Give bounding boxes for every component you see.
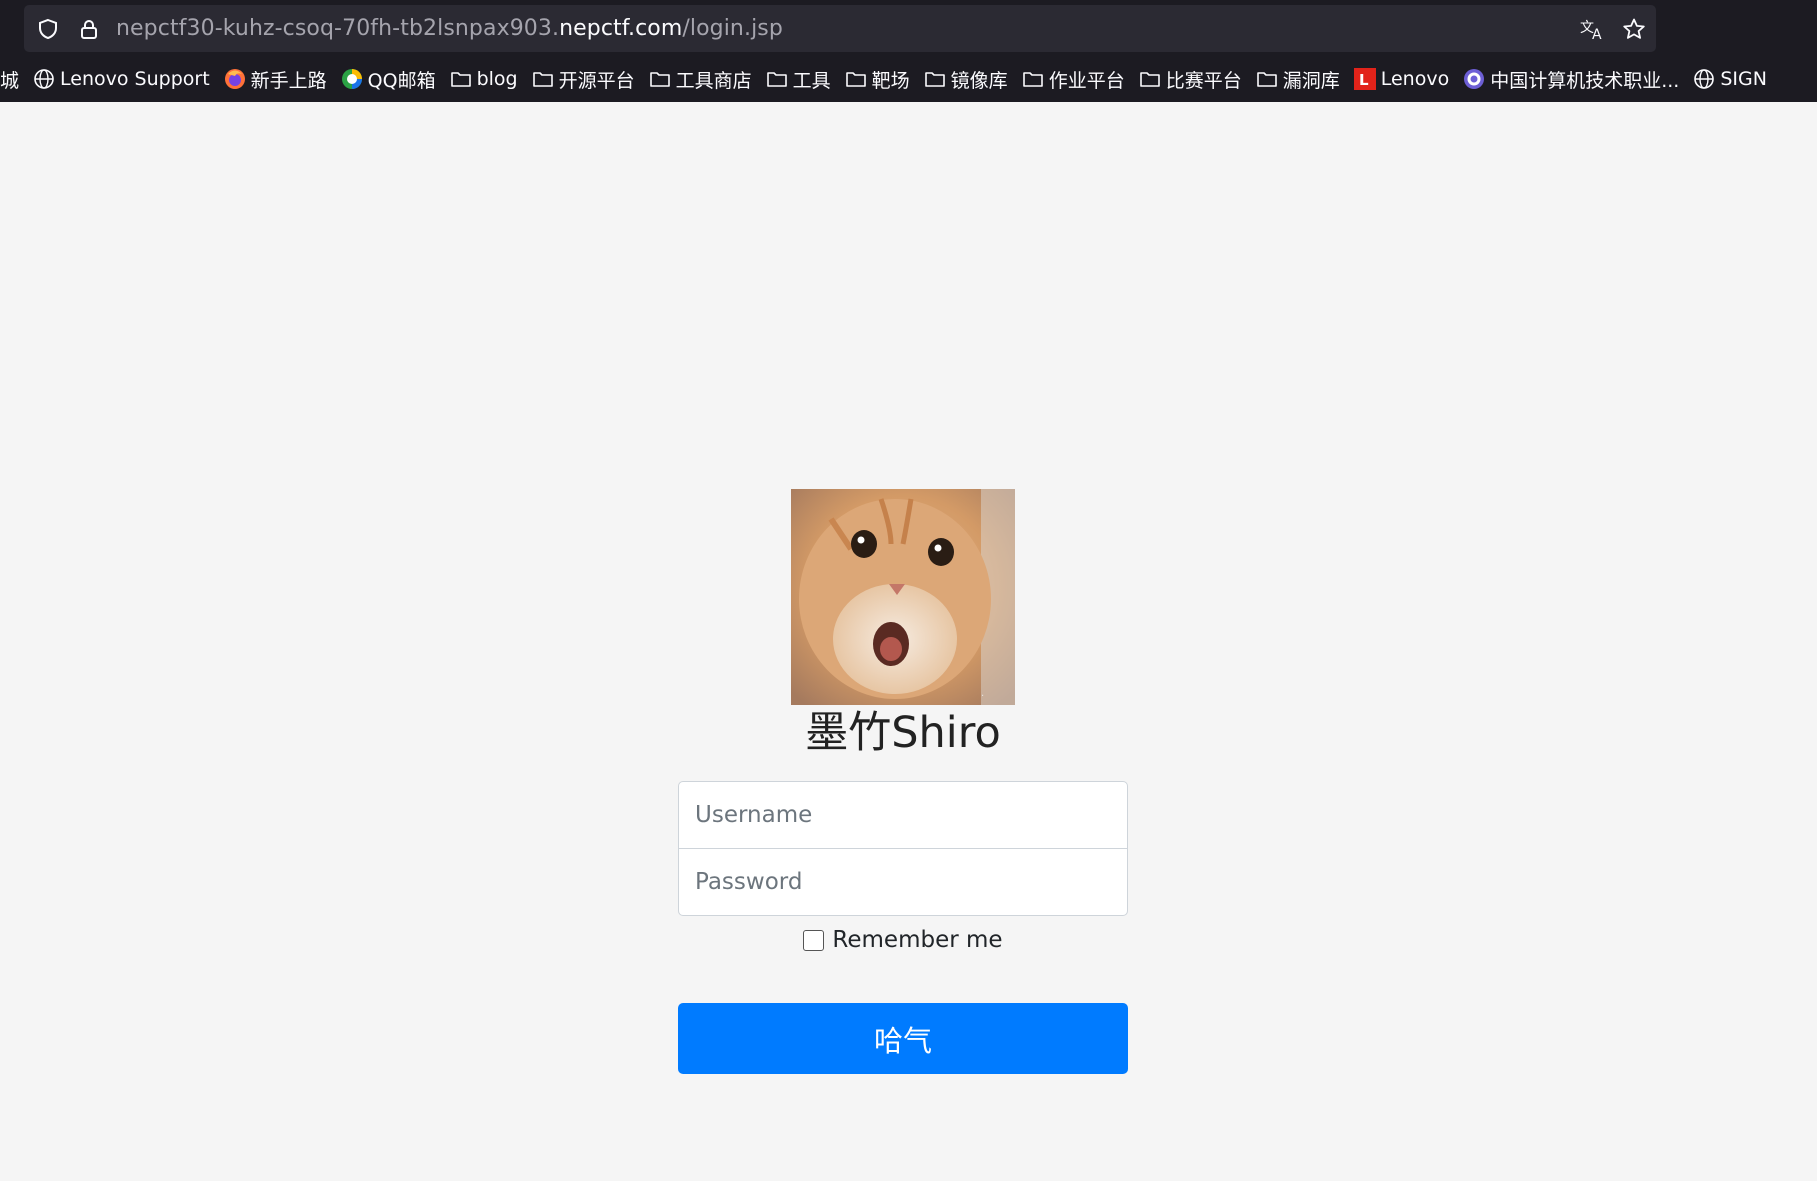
bookmark-label: SIGN xyxy=(1720,68,1767,90)
bookmark-item[interactable]: 靶场 xyxy=(838,62,917,96)
bookmark-label: 中国计算机技术职业... xyxy=(1490,69,1680,92)
address-bar[interactable]: nepctf30-kuhz-csoq-70fh-tb2lsnpax903.nep… xyxy=(24,5,1656,52)
bookmark-item[interactable]: blog xyxy=(443,62,525,96)
bookmark-label: 新手上路 xyxy=(250,69,327,92)
svg-text:·: · xyxy=(981,691,984,702)
remember-me[interactable]: Remember me xyxy=(678,927,1128,953)
bookmark-label: 靶场 xyxy=(871,69,910,92)
bookmark-label: Lenovo xyxy=(1380,68,1450,90)
bookmark-item[interactable]: QQ邮箱 xyxy=(334,62,443,96)
bookmark-label: 城 xyxy=(0,69,20,92)
cat-avatar: · xyxy=(791,489,1015,705)
bookmark-label: 作业平台 xyxy=(1048,69,1125,92)
url-text[interactable]: nepctf30-kuhz-csoq-70fh-tb2lsnpax903.nep… xyxy=(116,16,783,41)
bookmark-label: 工具商店 xyxy=(675,69,752,92)
bookmark-label: Lenovo Support xyxy=(60,68,210,90)
ccf-icon xyxy=(1463,68,1485,90)
bookmark-item[interactable]: SIGN xyxy=(1686,62,1774,96)
svg-text:A: A xyxy=(1592,27,1602,40)
folder-icon xyxy=(845,68,867,90)
bookmark-item[interactable]: 开源平台 xyxy=(525,62,642,96)
remember-label: Remember me xyxy=(832,927,1003,953)
bookmark-label: 工具 xyxy=(792,69,831,92)
url-path: /login.jsp xyxy=(682,16,783,41)
shield-icon[interactable] xyxy=(37,18,59,40)
url-prefix: nepctf30-kuhz-csoq-70fh-tb2lsnpax903. xyxy=(116,16,560,41)
username-input[interactable] xyxy=(678,781,1128,849)
bookmark-item[interactable]: 中国计算机技术职业... xyxy=(1456,62,1686,96)
globe-icon xyxy=(1693,68,1715,90)
folder-icon xyxy=(532,68,554,90)
brand-title: 墨竹Shiro xyxy=(805,708,1001,758)
browser-toolbar: nepctf30-kuhz-csoq-70fh-tb2lsnpax903.nep… xyxy=(0,0,1817,102)
folder-icon xyxy=(450,68,472,90)
folder-icon xyxy=(649,68,671,90)
firefox-icon xyxy=(224,68,246,90)
bookmark-item[interactable]: 作业平台 xyxy=(1015,62,1132,96)
star-icon[interactable] xyxy=(1622,18,1646,40)
bookmark-item[interactable]: 比赛平台 xyxy=(1132,62,1249,96)
login-button[interactable]: 哈气 xyxy=(678,1003,1128,1074)
bookmark-item[interactable]: 漏洞库 xyxy=(1249,62,1347,96)
lock-icon[interactable] xyxy=(78,18,100,40)
bookmark-item[interactable]: 新手上路 xyxy=(217,62,334,96)
folder-icon xyxy=(1022,68,1044,90)
url-domain: nepctf.com xyxy=(559,16,683,41)
folder-icon xyxy=(1256,68,1278,90)
globe-icon xyxy=(33,68,55,90)
bookmark-label: 开源平台 xyxy=(558,69,635,92)
translate-icon[interactable]: 文A xyxy=(1580,18,1606,43)
bookmark-item[interactable]: 镜像库 xyxy=(917,62,1015,96)
bookmark-item[interactable]: 工具 xyxy=(759,62,838,96)
qqmail-icon xyxy=(341,68,363,90)
bookmark-label: 镜像库 xyxy=(950,69,1008,92)
bookmark-label: QQ邮箱 xyxy=(367,69,436,92)
folder-icon xyxy=(766,68,788,90)
bookmark-item[interactable]: 城 xyxy=(0,62,26,96)
password-input[interactable] xyxy=(678,848,1128,916)
bookmarks-bar: 城 Lenovo Support 新手上路 QQ邮箱 blog 开源平台 工具商店 工具 靶场 镜… xyxy=(0,62,1817,96)
lenovo-icon: L xyxy=(1353,68,1376,90)
bookmark-label: blog xyxy=(476,68,518,90)
bookmark-label: 漏洞库 xyxy=(1282,69,1340,92)
bookmark-item[interactable]: Lenovo Support xyxy=(26,62,217,96)
svg-text:L: L xyxy=(1359,71,1369,89)
bookmark-label: 比赛平台 xyxy=(1165,69,1242,92)
bookmark-item[interactable]: 工具商店 xyxy=(642,62,759,96)
folder-icon xyxy=(924,68,946,90)
folder-icon xyxy=(1139,68,1161,90)
remember-checkbox[interactable] xyxy=(803,929,825,951)
bookmark-item[interactable]: L Lenovo xyxy=(1347,62,1456,96)
